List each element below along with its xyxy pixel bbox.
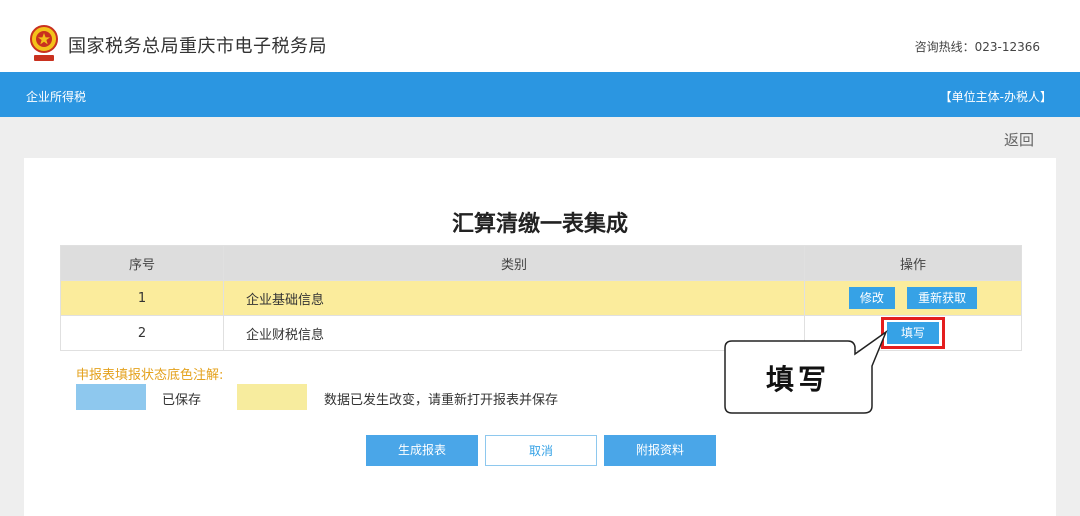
row-actions: 修改 重新获取	[804, 280, 1022, 316]
header-category: 类别	[223, 245, 805, 281]
callout-bubble: 填写	[724, 329, 888, 414]
nav-tax-type[interactable]: 企业所得税	[26, 88, 86, 105]
generate-report-button[interactable]: 生成报表	[366, 435, 478, 466]
highlight-frame: 填写	[880, 317, 945, 349]
page-title: 汇算清缴一表集成	[451, 212, 628, 237]
back-link[interactable]: 返回	[1004, 129, 1034, 150]
modify-button[interactable]: 修改	[848, 287, 895, 309]
row-category: 企业财税信息	[223, 315, 805, 351]
changed-color-swatch	[237, 384, 307, 410]
attach-materials-button[interactable]: 附报资料	[604, 435, 716, 466]
nav-user-role[interactable]: 【单位主体-办税人】	[940, 88, 1052, 105]
callout-text: 填写	[765, 363, 830, 396]
tax-emblem-icon	[30, 25, 58, 61]
hotline-text: 咨询热线：023-12366	[914, 40, 1040, 54]
header-actions: 操作	[804, 245, 1022, 281]
legend-title: 申报表填报状态底色注解:	[76, 368, 224, 383]
row-index: 2	[60, 315, 224, 351]
table-header-row: 序号 类别 操作	[60, 245, 1022, 281]
row-category: 企业基础信息	[223, 280, 805, 316]
refetch-button[interactable]: 重新获取	[907, 287, 978, 309]
saved-color-swatch	[76, 384, 146, 410]
site-title: 国家税务总局重庆市电子税务局	[68, 36, 327, 57]
main-card: 汇算清缴一表集成 序号 类别 操作 1 企业基础信息 修改 重新获取 2 企业财…	[24, 158, 1056, 516]
table-row: 1 企业基础信息 修改 重新获取	[60, 280, 1022, 316]
report-table: 序号 类别 操作 1 企业基础信息 修改 重新获取 2 企业财税信息 填写	[60, 245, 1022, 351]
top-header: 国家税务总局重庆市电子税务局 咨询热线：023-12366	[0, 0, 1080, 72]
fill-button[interactable]: 填写	[886, 322, 939, 344]
header-index: 序号	[60, 245, 224, 281]
saved-legend-label: 已保存	[162, 393, 202, 408]
nav-bar: 企业所得税 【单位主体-办税人】	[0, 72, 1080, 117]
cancel-button[interactable]: 取消	[485, 435, 597, 466]
row-index: 1	[60, 280, 224, 316]
changed-legend-label: 数据已发生改变，请重新打开报表并保存	[324, 393, 559, 408]
